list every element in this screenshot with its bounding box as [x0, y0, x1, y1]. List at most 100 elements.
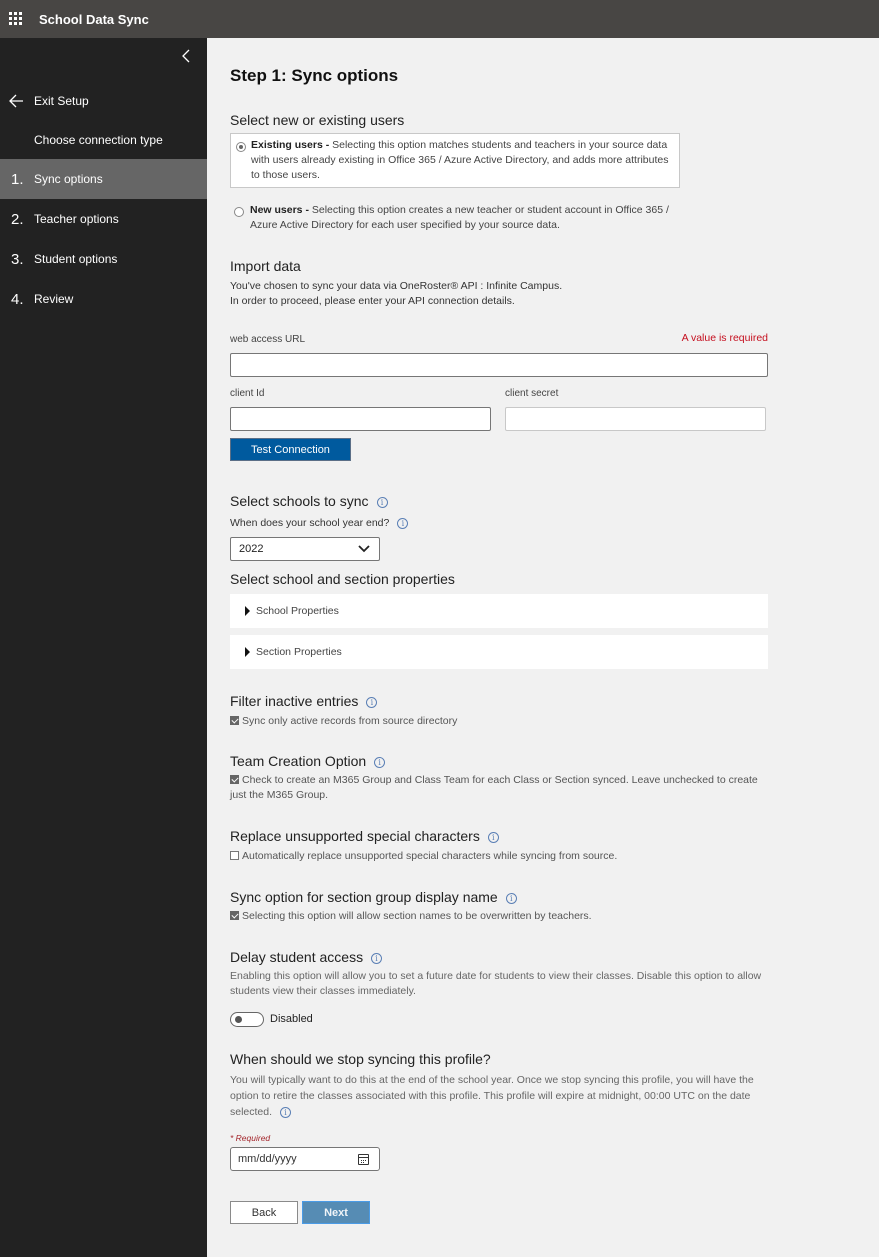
year-end-label: When does your school year end? i — [230, 516, 409, 531]
section-display-checkbox[interactable] — [230, 911, 239, 920]
school-properties-accordion[interactable]: School Properties — [230, 594, 768, 628]
step-label: Teacher options — [34, 212, 119, 226]
special-chars-heading: Replace unsupported special characters i — [230, 828, 499, 844]
stop-sync-description-text: You will typically want to do this at th… — [230, 1074, 754, 1118]
section-properties-accordion[interactable]: Section Properties — [230, 635, 768, 669]
info-icon[interactable]: i — [366, 696, 378, 708]
web-access-url-label: web access URL — [230, 334, 306, 345]
toggle-state-label: Disabled — [270, 1013, 313, 1025]
team-creation-heading: Team Creation Option i — [230, 753, 386, 769]
accordion-label: Section Properties — [256, 646, 342, 658]
expand-triangle-icon — [245, 647, 250, 657]
top-bar: School Data Sync — [0, 0, 879, 38]
filter-inactive-title: Filter inactive entries — [230, 693, 359, 709]
special-chars-checkbox[interactable] — [230, 851, 239, 860]
school-year-end-select[interactable]: 2022 — [230, 537, 380, 561]
section-display-title: Sync option for section group display na… — [230, 889, 498, 905]
info-icon[interactable]: i — [280, 1106, 292, 1118]
option-name: New users — [250, 204, 303, 216]
stop-sync-description: You will typically want to do this at th… — [230, 1072, 770, 1120]
client-id-label: client Id — [230, 388, 265, 399]
client-secret-label: client secret — [505, 388, 559, 399]
required-label: * Required — [230, 1133, 271, 1143]
checkbox-label: Selecting this option will allow section… — [242, 910, 592, 922]
delay-access-description: Enabling this option will allow you to s… — [230, 970, 762, 997]
expand-triangle-icon — [245, 606, 250, 616]
test-connection-button[interactable]: Test Connection — [230, 438, 351, 461]
step-number: 2. — [11, 210, 24, 228]
nav-step-sync-options[interactable]: 1. Sync options — [0, 159, 207, 199]
select-schools-title: Select schools to sync — [230, 493, 369, 509]
properties-heading: Select school and section properties — [230, 571, 455, 587]
client-secret-input[interactable] — [505, 407, 766, 431]
waffle-icon[interactable] — [9, 12, 23, 26]
special-chars-title: Replace unsupported special characters — [230, 828, 480, 844]
year-end-text: When does your school year end? — [230, 517, 390, 529]
filter-inactive-option: Sync only active records from source dir… — [230, 714, 770, 729]
nav-step-teacher-options[interactable]: 2. Teacher options — [0, 199, 207, 239]
next-button[interactable]: Next — [302, 1201, 370, 1224]
stop-sync-heading: When should we stop syncing this profile… — [230, 1051, 491, 1067]
info-icon[interactable]: i — [505, 892, 517, 904]
checkbox-label: Check to create an M365 Group and Class … — [230, 774, 758, 801]
page-title: Step 1: Sync options — [230, 66, 399, 85]
exit-setup-link[interactable]: Exit Setup — [0, 88, 207, 114]
info-icon[interactable]: i — [397, 517, 409, 529]
step-label: Review — [34, 292, 74, 306]
team-creation-checkbox[interactable] — [230, 775, 239, 784]
nav-step-student-options[interactable]: 3. Student options — [0, 239, 207, 279]
back-button[interactable]: Back — [230, 1201, 298, 1224]
step-label: Student options — [34, 252, 118, 266]
option-separator: - — [322, 139, 333, 151]
special-chars-option: Automatically replace unsupported specia… — [230, 849, 770, 864]
toggle-knob — [235, 1016, 242, 1023]
section-display-heading: Sync option for section group display na… — [230, 889, 517, 905]
info-icon[interactable]: i — [487, 831, 499, 843]
app-title: School Data Sync — [39, 11, 149, 27]
sidebar: Exit Setup Choose connection type 1. Syn… — [0, 38, 207, 1257]
option-separator: - — [302, 204, 312, 216]
chevron-left-icon — [182, 49, 190, 63]
option-description: Selecting this option creates a new teac… — [250, 204, 669, 231]
delay-access-title: Delay student access — [230, 949, 364, 965]
info-icon[interactable]: i — [376, 496, 388, 508]
nav-step-review[interactable]: 4. Review — [0, 279, 207, 319]
import-heading: Import data — [230, 258, 301, 274]
select-schools-heading: Select schools to sync i — [230, 493, 388, 509]
exit-setup-label: Exit Setup — [34, 94, 89, 108]
import-description-line2: In order to proceed, please enter your A… — [230, 295, 515, 307]
delay-access-heading: Delay student access i — [230, 949, 383, 965]
calendar-icon[interactable] — [358, 1154, 369, 1165]
checkbox-label: Automatically replace unsupported specia… — [242, 850, 618, 862]
filter-inactive-checkbox[interactable] — [230, 716, 239, 725]
section-display-option: Selecting this option will allow section… — [230, 909, 770, 924]
info-icon[interactable]: i — [374, 756, 386, 768]
client-id-input[interactable] — [230, 407, 491, 431]
existing-users-option[interactable]: Existing users - Selecting this option m… — [230, 133, 680, 188]
existing-users-radio[interactable] — [236, 142, 246, 152]
checkbox-label: Sync only active records from source dir… — [242, 715, 458, 727]
date-placeholder: mm/dd/yyyy — [238, 1153, 297, 1165]
step-nav: 1. Sync options 2. Teacher options 3. St… — [0, 159, 207, 319]
delay-access-toggle[interactable] — [230, 1012, 264, 1027]
step-number: 4. — [11, 290, 24, 308]
step-label: Sync options — [34, 172, 103, 186]
arrow-left-icon — [9, 94, 23, 108]
url-error-message: A value is required — [681, 332, 768, 344]
stop-sync-date-input[interactable]: mm/dd/yyyy — [230, 1147, 380, 1171]
new-users-radio[interactable] — [234, 207, 244, 217]
option-name: Existing users — [251, 139, 323, 151]
collapse-sidebar-button[interactable] — [181, 48, 195, 66]
users-heading: Select new or existing users — [230, 112, 405, 128]
step-number: 1. — [11, 170, 24, 188]
info-icon[interactable]: i — [371, 952, 383, 964]
filter-inactive-heading: Filter inactive entries i — [230, 693, 378, 709]
chevron-down-icon — [358, 545, 370, 553]
choose-connection-type-link[interactable]: Choose connection type — [34, 133, 163, 147]
team-creation-option: Check to create an M365 Group and Class … — [230, 773, 770, 803]
accordion-label: School Properties — [256, 605, 339, 617]
new-users-option[interactable]: New users - Selecting this option create… — [230, 203, 690, 233]
selected-year: 2022 — [239, 543, 264, 555]
import-description-line1: You've chosen to sync your data via OneR… — [230, 280, 563, 292]
web-access-url-input[interactable] — [230, 353, 768, 377]
